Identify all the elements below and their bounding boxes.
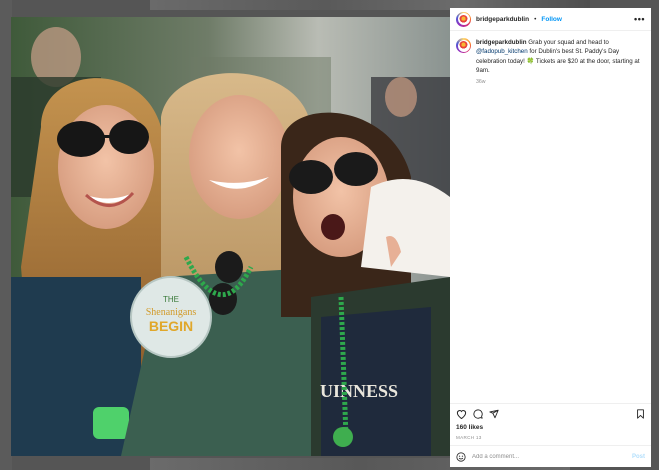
post-header: bridgeparkdublin • Follow ••• bbox=[450, 8, 651, 31]
caption-avatar[interactable] bbox=[456, 38, 471, 53]
share-icon[interactable] bbox=[489, 409, 499, 419]
header-separator: • bbox=[534, 15, 537, 23]
caption-mention-link[interactable]: @fadopub_kitchen bbox=[476, 48, 528, 55]
more-options-button[interactable]: ••• bbox=[634, 14, 645, 24]
header-username[interactable]: bridgeparkdublin bbox=[476, 16, 529, 23]
button-text-2: Shenanigans bbox=[146, 307, 197, 318]
post-side-panel: bridgeparkdublin • Follow ••• bridgepark… bbox=[450, 8, 651, 467]
follow-button[interactable]: Follow bbox=[541, 16, 562, 23]
heart-icon[interactable] bbox=[456, 409, 467, 419]
caption-area: bridgeparkdublin Grab your squad and hea… bbox=[450, 31, 651, 403]
avatar[interactable] bbox=[456, 11, 471, 27]
button-text-3: BEGIN bbox=[149, 318, 193, 334]
caption-part-1: Grab your squad and head to bbox=[526, 39, 609, 46]
comment-input[interactable] bbox=[472, 453, 626, 460]
action-bar bbox=[450, 403, 651, 423]
post-comment-button[interactable]: Post bbox=[632, 454, 645, 460]
emoji-icon[interactable] bbox=[456, 451, 466, 462]
brand-logo-icon bbox=[459, 41, 468, 50]
post-date[interactable]: MARCH 13 bbox=[450, 433, 651, 445]
caption-text: bridgeparkdublin Grab your squad and hea… bbox=[476, 38, 645, 75]
caption-timestamp[interactable]: 36w bbox=[476, 79, 645, 85]
bookmark-icon[interactable] bbox=[636, 408, 645, 419]
caption-username[interactable]: bridgeparkdublin bbox=[476, 39, 527, 46]
button-text-1: THE bbox=[163, 295, 179, 304]
shirt-text: UINNESS bbox=[320, 381, 398, 401]
comment-bar: Post bbox=[450, 445, 651, 467]
post-photo[interactable]: THE Shenanigans BEGIN UINNESS bbox=[11, 17, 450, 456]
likes-count[interactable]: 160 likes bbox=[450, 423, 651, 433]
comment-icon[interactable] bbox=[473, 408, 483, 419]
brand-logo-icon bbox=[459, 14, 468, 24]
